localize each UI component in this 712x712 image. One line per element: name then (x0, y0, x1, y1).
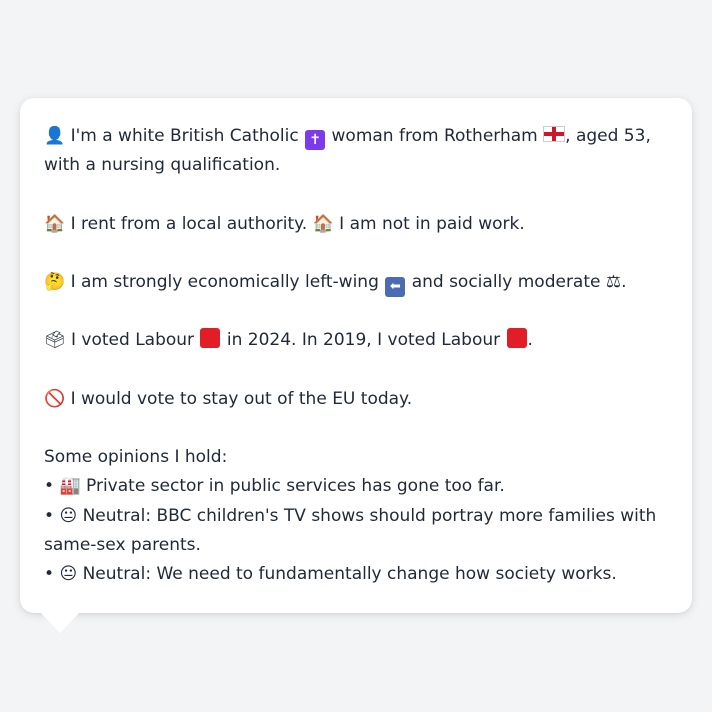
england-flag-icon (543, 126, 566, 142)
identity-text-1: I'm a white British Catholic (70, 126, 299, 146)
opinion-item: • 😐 Neutral: BBC children's TV shows sho… (44, 502, 668, 560)
votes-text-2: in 2024. In 2019, I voted Labour (226, 330, 501, 351)
prohibited-icon: 🚫 (44, 388, 66, 409)
red-square-icon (200, 328, 221, 349)
opinion-text: Private sector in public services has go… (86, 476, 505, 497)
ballot-box-icon: 🗳 (44, 330, 66, 351)
economics-text-2: and socially moderate (411, 271, 601, 292)
bullet: • (44, 505, 55, 526)
house-icon: 🏠 (44, 213, 66, 234)
opinion-text: Neutral: BBC children's TV shows should … (44, 505, 657, 555)
left-arrow-icon: ⬅ (385, 276, 406, 297)
red-square-icon (506, 328, 527, 349)
housing-text-2: I am not in paid work. (339, 213, 525, 234)
identity-line: 👤 I'm a white British Catholic ✝ woman f… (44, 122, 668, 180)
persona-card: 👤 I'm a white British Catholic ✝ woman f… (20, 98, 692, 613)
votes-text-3: . (527, 330, 533, 351)
factory-icon: 🏭 (59, 476, 81, 497)
identity-text-2: woman from Rotherham (331, 126, 538, 146)
opinion-text: Neutral: We need to fundamentally change… (82, 563, 617, 584)
neutral-face-icon: 😐 (59, 505, 78, 526)
housing-line: 🏠 I rent from a local authority. 🏠 I am … (44, 210, 668, 239)
eu-text: I would vote to stay out of the EU today… (70, 388, 413, 409)
votes-line: 🗳 I voted Labour in 2024. In 2019, I vot… (44, 326, 668, 355)
opinion-item: • 🏭 Private sector in public services ha… (44, 472, 668, 501)
balance-scale-icon: ⚖ (605, 271, 622, 292)
economics-line: 🤔 I am strongly economically left-wing ⬅… (44, 268, 668, 297)
house-icon: 🏠 (312, 213, 334, 234)
economics-text-end: . (621, 271, 627, 292)
votes-text-1: I voted Labour (71, 330, 195, 351)
thinking-face-icon: 🤔 (44, 271, 66, 292)
opinions-heading: Some opinions I hold: (44, 447, 228, 468)
latin-cross-icon: ✝ (305, 130, 326, 150)
opinion-item: • 😐 Neutral: We need to fundamentally ch… (44, 560, 668, 589)
speech-bubble-tail (40, 612, 80, 633)
person-icon: 👤 (44, 126, 66, 146)
neutral-face-icon: 😐 (59, 563, 78, 584)
economics-text-1: I am strongly economically left-wing (70, 271, 379, 292)
housing-text-1: I rent from a local authority. (70, 213, 308, 234)
bullet: • (44, 563, 55, 584)
bullet: • (44, 476, 55, 497)
eu-line: 🚫 I would vote to stay out of the EU tod… (44, 385, 668, 414)
